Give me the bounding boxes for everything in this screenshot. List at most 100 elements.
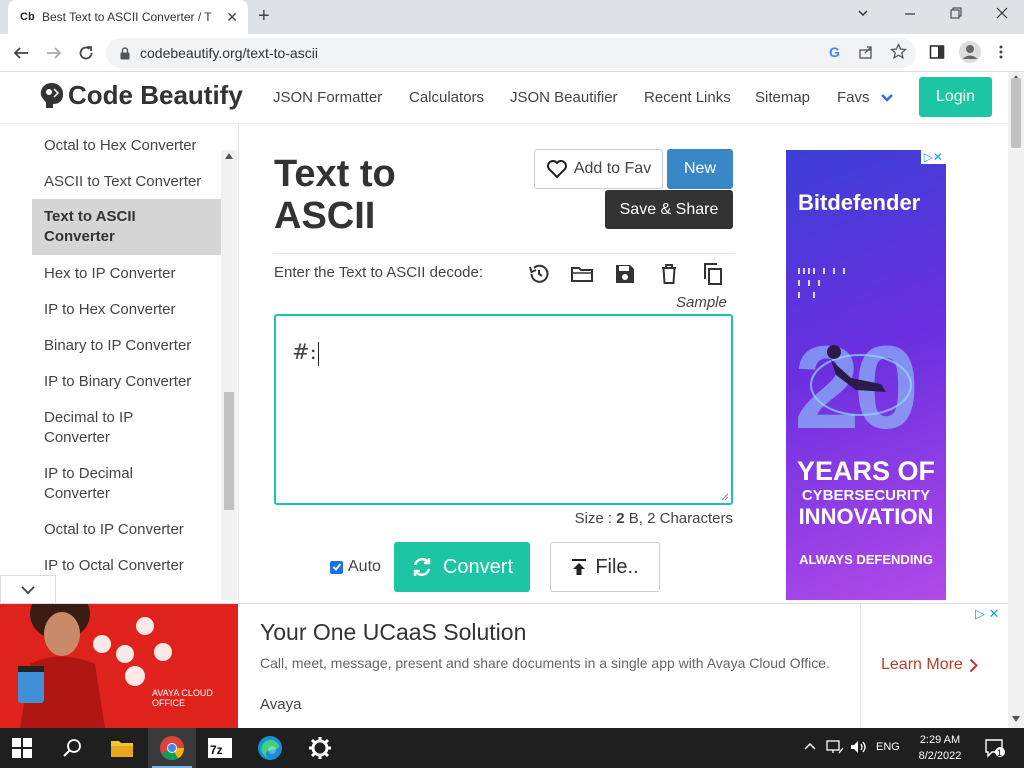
google-icon[interactable]: G [827, 44, 843, 60]
nav-calculators[interactable]: Calculators [409, 89, 484, 106]
notification-icon[interactable] [984, 738, 1006, 758]
volume-icon[interactable] [850, 739, 868, 755]
avaya-ad[interactable]: AVAYA CLOUD OFFICE Your One UCaaS Soluti… [0, 603, 1008, 729]
tab-favicon: Cb [20, 11, 35, 23]
save-icon[interactable] [613, 262, 637, 286]
close-window-icon[interactable] [995, 6, 1009, 20]
history-icon[interactable] [527, 262, 551, 286]
login-button[interactable]: Login [919, 77, 992, 117]
share-page-icon[interactable] [858, 44, 874, 60]
nav-sitemap[interactable]: Sitemap [755, 89, 810, 106]
clock-date: 8/2/2022 [918, 750, 962, 762]
copy-icon[interactable] [701, 262, 725, 286]
chevron-down-icon [880, 93, 894, 103]
network-icon[interactable] [826, 739, 844, 755]
ad-brand: Bitdefender [798, 190, 921, 215]
sidebar-item-ip-to-binary[interactable]: IP to Binary Converter [32, 372, 221, 392]
convert-button[interactable]: Convert [394, 542, 530, 592]
sidebar-item-octal-to-hex[interactable]: Octal to Hex Converter [32, 136, 221, 156]
url-text: codebeautify.org/text-to-ascii [140, 45, 318, 61]
size-value: 2 [616, 510, 625, 527]
profile-avatar-icon[interactable] [958, 40, 982, 64]
learn-more-link[interactable]: Learn More [881, 656, 978, 674]
language-indicator[interactable]: ENG [876, 741, 900, 753]
new-button[interactable]: New [667, 149, 733, 189]
ad-image-text: AVAYA CLOUD OFFICE [152, 688, 213, 708]
close-tab-icon[interactable]: ✕ [226, 9, 238, 26]
ad-sponsor: Avaya [260, 696, 302, 713]
ad-binary-graphic [798, 268, 868, 300]
sidebar-scrollbar[interactable] [221, 150, 237, 600]
side-panel-icon[interactable] [929, 44, 945, 60]
add-to-fav-button[interactable]: Add to Fav [534, 149, 663, 189]
resize-handle-icon[interactable] [720, 492, 729, 501]
collapse-ad-button[interactable] [0, 575, 56, 603]
page-scroll-down-icon[interactable] [1012, 716, 1020, 722]
input-text: #: [292, 340, 317, 364]
windows-taskbar: 7z ENG 2:29 AM 8/2/2022 1 [0, 728, 1024, 768]
nav-recent-links[interactable]: Recent Links [644, 89, 731, 106]
lock-icon[interactable] [120, 46, 130, 60]
settings-gear-icon[interactable] [306, 734, 334, 762]
ad-headline[interactable]: Your One UCaaS Solution [260, 619, 526, 646]
nav-favs[interactable]: Favs [837, 89, 894, 106]
tab-search-icon[interactable] [856, 6, 870, 20]
sidebar-scrollbar-thumb[interactable] [224, 392, 234, 510]
ad-person-graphic [18, 604, 172, 729]
browser-tab[interactable]: Cb Best Text to ASCII Converter / Tra ✕ [8, 0, 248, 34]
trash-icon[interactable] [657, 262, 681, 286]
minimize-icon[interactable] [903, 6, 917, 20]
sidebar-item-decimal-to-ip[interactable]: Decimal to IP Converter [32, 408, 221, 448]
7zip-icon[interactable]: 7z [206, 734, 234, 762]
sidebar-item-ascii-to-text[interactable]: ASCII to Text Converter [32, 172, 221, 192]
page-scrollbar-thumb[interactable] [1011, 78, 1021, 148]
title-divider [274, 253, 734, 254]
tray-chevron-up-icon[interactable] [804, 742, 816, 750]
system-clock[interactable]: 2:29 AM 8/2/2022 [908, 732, 972, 764]
sidebar-item-octal-to-ip[interactable]: Octal to IP Converter [32, 520, 221, 540]
back-icon[interactable] [12, 44, 30, 62]
page-scrollbar[interactable] [1008, 72, 1024, 728]
ad-line-cyber: CYBERSECURITY [801, 487, 931, 504]
sample-link[interactable]: Sample [676, 294, 727, 311]
chrome-icon [160, 736, 184, 761]
learn-more-label: Learn More [881, 656, 963, 673]
bookmark-star-icon[interactable] [890, 43, 907, 60]
site-logo[interactable]: Code Beautify [38, 80, 243, 111]
nav-json-formatter[interactable]: JSON Formatter [273, 89, 382, 106]
text-input-area[interactable]: #: [274, 314, 733, 505]
adchoices-icon[interactable]: ▷✕ [920, 150, 946, 164]
bitdefender-ad[interactable]: ▷✕ Bitdefender 20 YEARS OF CYBERSECURITY… [786, 150, 946, 600]
text-caret [317, 341, 319, 366]
folder-icon[interactable] [570, 262, 594, 286]
svg-text:7z: 7z [210, 743, 223, 757]
size-prefix: Size : [574, 510, 617, 527]
address-bar[interactable]: codebeautify.org/text-to-ascii [106, 38, 916, 68]
search-icon[interactable] [62, 738, 90, 766]
file-explorer-icon[interactable] [108, 734, 136, 762]
windows-start-icon[interactable] [12, 738, 40, 766]
sidebar-item-binary-to-ip[interactable]: Binary to IP Converter [32, 336, 221, 356]
tools-sidebar: Octal to Hex Converter ASCII to Text Con… [32, 124, 239, 600]
chrome-taskbar-item[interactable] [148, 728, 196, 768]
sidebar-item-ip-to-octal[interactable]: IP to Octal Converter [32, 556, 221, 576]
save-share-button[interactable]: Save & Share [605, 190, 733, 229]
auto-checkbox-label[interactable]: Auto [330, 558, 381, 576]
new-tab-icon[interactable]: + [258, 5, 270, 28]
nav-json-beautifier[interactable]: JSON Beautifier [510, 89, 618, 106]
sidebar-item-ip-to-hex[interactable]: IP to Hex Converter [32, 300, 221, 320]
sidebar-item-ip-to-decimal[interactable]: IP to Decimal Converter [32, 464, 221, 504]
sidebar-item-hex-to-ip[interactable]: Hex to IP Converter [32, 264, 221, 284]
sidebar-item-text-to-ascii[interactable]: Text to ASCII Converter [32, 199, 221, 255]
forward-icon[interactable] [45, 44, 63, 62]
scroll-up-arrow-icon[interactable] [225, 153, 233, 159]
reload-icon[interactable] [77, 44, 95, 62]
auto-checkbox[interactable] [330, 560, 343, 574]
file-button[interactable]: File.. [550, 542, 660, 592]
restore-icon[interactable] [949, 6, 963, 20]
size-suffix: B, 2 Characters [624, 510, 733, 527]
adchoices-icon[interactable]: ▷ ✕ [975, 606, 1000, 622]
edge-icon[interactable] [256, 734, 284, 762]
ad-line-innovation: INNOVATION [798, 504, 934, 529]
browser-menu-icon[interactable] [998, 44, 1004, 60]
